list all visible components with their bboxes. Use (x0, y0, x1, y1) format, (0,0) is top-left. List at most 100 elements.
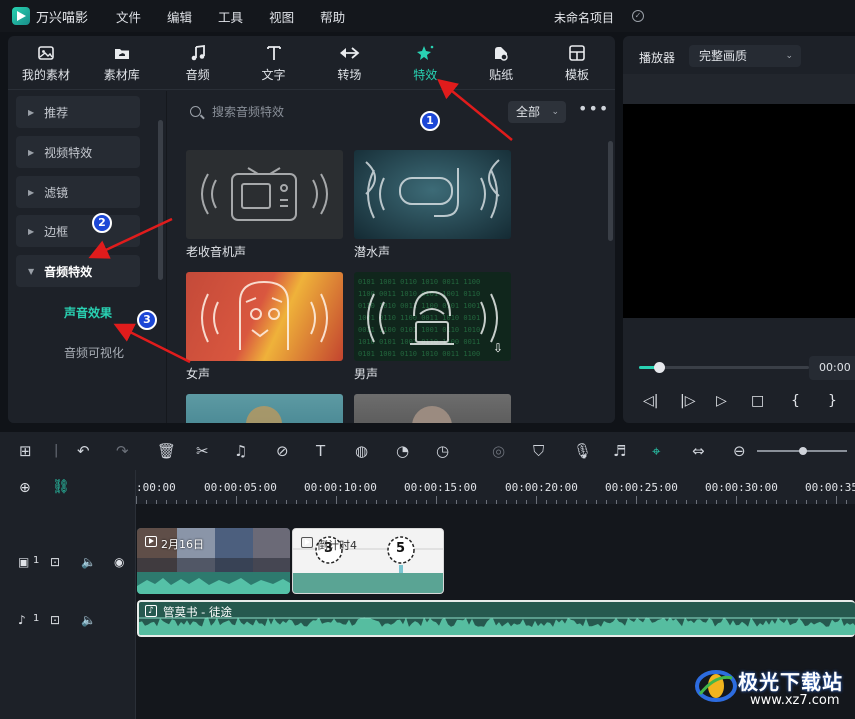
ruler-tick (436, 496, 437, 504)
eye-icon[interactable]: ◉ (114, 555, 124, 569)
subcategory-sound-effects[interactable]: 声音效果 (64, 304, 112, 321)
text-tool-icon[interactable]: T (316, 442, 325, 460)
effect-card-old-radio[interactable]: 老收音机声 (186, 150, 343, 260)
music-note-icon: ♪ (145, 605, 157, 617)
svg-text:0101 1001 0110 1010 0011 1100: 0101 1001 0110 1010 0011 1100 (358, 350, 480, 358)
transition-icon (340, 46, 360, 59)
tab-label: 我的素材 (21, 67, 70, 82)
speed-icon[interactable]: ◔ (396, 442, 409, 460)
ruler-label: 00:00:35 (805, 481, 855, 494)
delete-icon[interactable]: 🗑 (157, 442, 176, 460)
timeline-ruler[interactable]: :00:00 00:00:05:00 00:00:10:00 00:00:15:… (136, 470, 855, 504)
category-borders[interactable]: ▶ 边框 (16, 215, 140, 247)
ruler-tick (296, 500, 297, 504)
undo-icon[interactable]: ↶ (77, 442, 90, 460)
tag-icon[interactable]: ⊘ (276, 442, 289, 460)
play-icon[interactable]: ▷ (716, 393, 727, 409)
menu-edit[interactable]: 编辑 (167, 7, 192, 26)
ruler-tick (386, 500, 387, 504)
fit-icon[interactable]: ⇔ (692, 442, 705, 460)
ruler-tick (576, 500, 577, 504)
menu-tools[interactable]: 工具 (218, 7, 243, 26)
speaker-icon[interactable]: 🔈 (81, 555, 96, 569)
svg-text:0101 1001 0110 1010 0011 1100: 0101 1001 0110 1010 0011 1100 (358, 278, 480, 286)
ruler-tick (176, 500, 177, 504)
scissors-icon[interactable]: ✂ (196, 442, 209, 460)
tab-templates[interactable]: 模板 (539, 36, 615, 89)
category-recommended[interactable]: ▶ 推荐 (16, 96, 140, 128)
layout-grid-icon[interactable]: ⊞ (19, 442, 32, 460)
microphone-icon[interactable]: 🎙 (573, 442, 592, 460)
redo-icon[interactable]: ↷ (116, 442, 129, 460)
timer-icon[interactable]: ◷ (436, 442, 449, 460)
caret-down-icon: ▼ (28, 266, 35, 276)
effect-card-diving[interactable]: 潜水声 (354, 150, 511, 260)
render-icon[interactable]: ◎ (492, 442, 505, 460)
category-video-effects[interactable]: ▶ 视频特效 (16, 136, 140, 168)
ruler-tick (776, 500, 777, 504)
tab-stickers[interactable]: 贴纸 (463, 36, 539, 89)
playback-progress[interactable] (639, 362, 809, 373)
audio-mix-icon[interactable]: ♬ (613, 442, 626, 460)
lock-icon[interactable]: ⊡ (50, 555, 60, 569)
tab-library[interactable]: 素材库 (84, 36, 160, 89)
audio-clip[interactable]: ♪ 管莫书 - 徒途 (137, 600, 855, 637)
filter-select[interactable]: 全部 ⌄ (508, 101, 566, 123)
quality-select[interactable]: 完整画质 ⌄ (689, 45, 801, 67)
more-options-icon[interactable]: ••• (578, 99, 609, 118)
category-filters[interactable]: ▶ 滤镜 (16, 176, 140, 208)
download-icon[interactable]: ⇩ (493, 341, 503, 355)
app-logo-icon (12, 7, 30, 25)
ruler-tick (396, 500, 397, 504)
ruler-tick (516, 500, 517, 504)
ruler-label: 00:00:15:00 (404, 481, 477, 494)
progress-handle[interactable] (654, 362, 666, 373)
effect-card[interactable] (186, 394, 343, 423)
link-icon[interactable]: ⛓ (52, 479, 70, 495)
mark-in-icon[interactable]: { (791, 393, 800, 409)
effect-card-female-voice[interactable]: 女声 (186, 272, 343, 382)
mark-out-icon[interactable]: } (828, 393, 837, 409)
sparkle-icon (417, 45, 434, 60)
tab-my-media[interactable]: 我的素材 (8, 36, 84, 89)
tab-label: 转场 (337, 67, 362, 82)
menu-file[interactable]: 文件 (116, 7, 141, 26)
audio-wave-icon[interactable]: ◍ (355, 442, 368, 460)
tab-audio[interactable]: 音频 (160, 36, 236, 89)
add-track-icon[interactable]: ⊕ (19, 480, 31, 496)
track-number: 1 (33, 613, 40, 624)
ruler-tick (626, 500, 627, 504)
ruler-tick (376, 500, 377, 504)
ruler-tick (826, 500, 827, 504)
video-clip[interactable]: 2月16日 (137, 528, 290, 594)
track-number: 1 (33, 555, 40, 566)
time-display: 00:00 (809, 356, 855, 380)
menu-help[interactable]: 帮助 (320, 7, 345, 26)
snap-icon[interactable]: ⌖ (652, 442, 660, 460)
stop-icon[interactable]: □ (751, 393, 764, 409)
category-audio-effects[interactable]: ▼ 音频特效 (16, 255, 140, 287)
subcategory-audio-visualization[interactable]: 音频可视化 (64, 344, 124, 361)
content-scrollbar[interactable] (608, 141, 613, 241)
video-clip[interactable]: 3 5 倒计时4 (292, 528, 444, 594)
menu-view[interactable]: 视图 (269, 7, 294, 26)
tab-effects[interactable]: 特效 (387, 36, 463, 89)
clip-thumbnails (293, 529, 443, 593)
zoom-out-icon[interactable]: ⊖ (733, 442, 746, 460)
effect-card[interactable] (354, 394, 511, 423)
template-icon (569, 44, 585, 61)
tab-transition[interactable]: 转场 (312, 36, 388, 89)
zoom-handle[interactable] (799, 447, 807, 455)
lock-icon[interactable]: ⊡ (50, 613, 60, 627)
next-frame-icon[interactable]: |▷ (680, 393, 695, 409)
audio-split-icon[interactable]: ♫ (234, 442, 247, 460)
speaker-icon[interactable]: 🔈 (81, 613, 96, 627)
marker-icon[interactable]: ⛉ (533, 442, 544, 460)
tab-label: 文字 (261, 67, 286, 82)
watermark-logo-icon (695, 670, 737, 702)
prev-frame-icon[interactable]: ◁| (643, 393, 658, 409)
effect-card-male-voice[interactable]: 0101 1001 0110 1010 0011 1100 1100 0011 1… (354, 272, 511, 382)
tab-text[interactable]: 文字 (236, 36, 312, 89)
player-toolbar (623, 74, 855, 104)
sidebar-scrollbar[interactable] (158, 120, 163, 280)
